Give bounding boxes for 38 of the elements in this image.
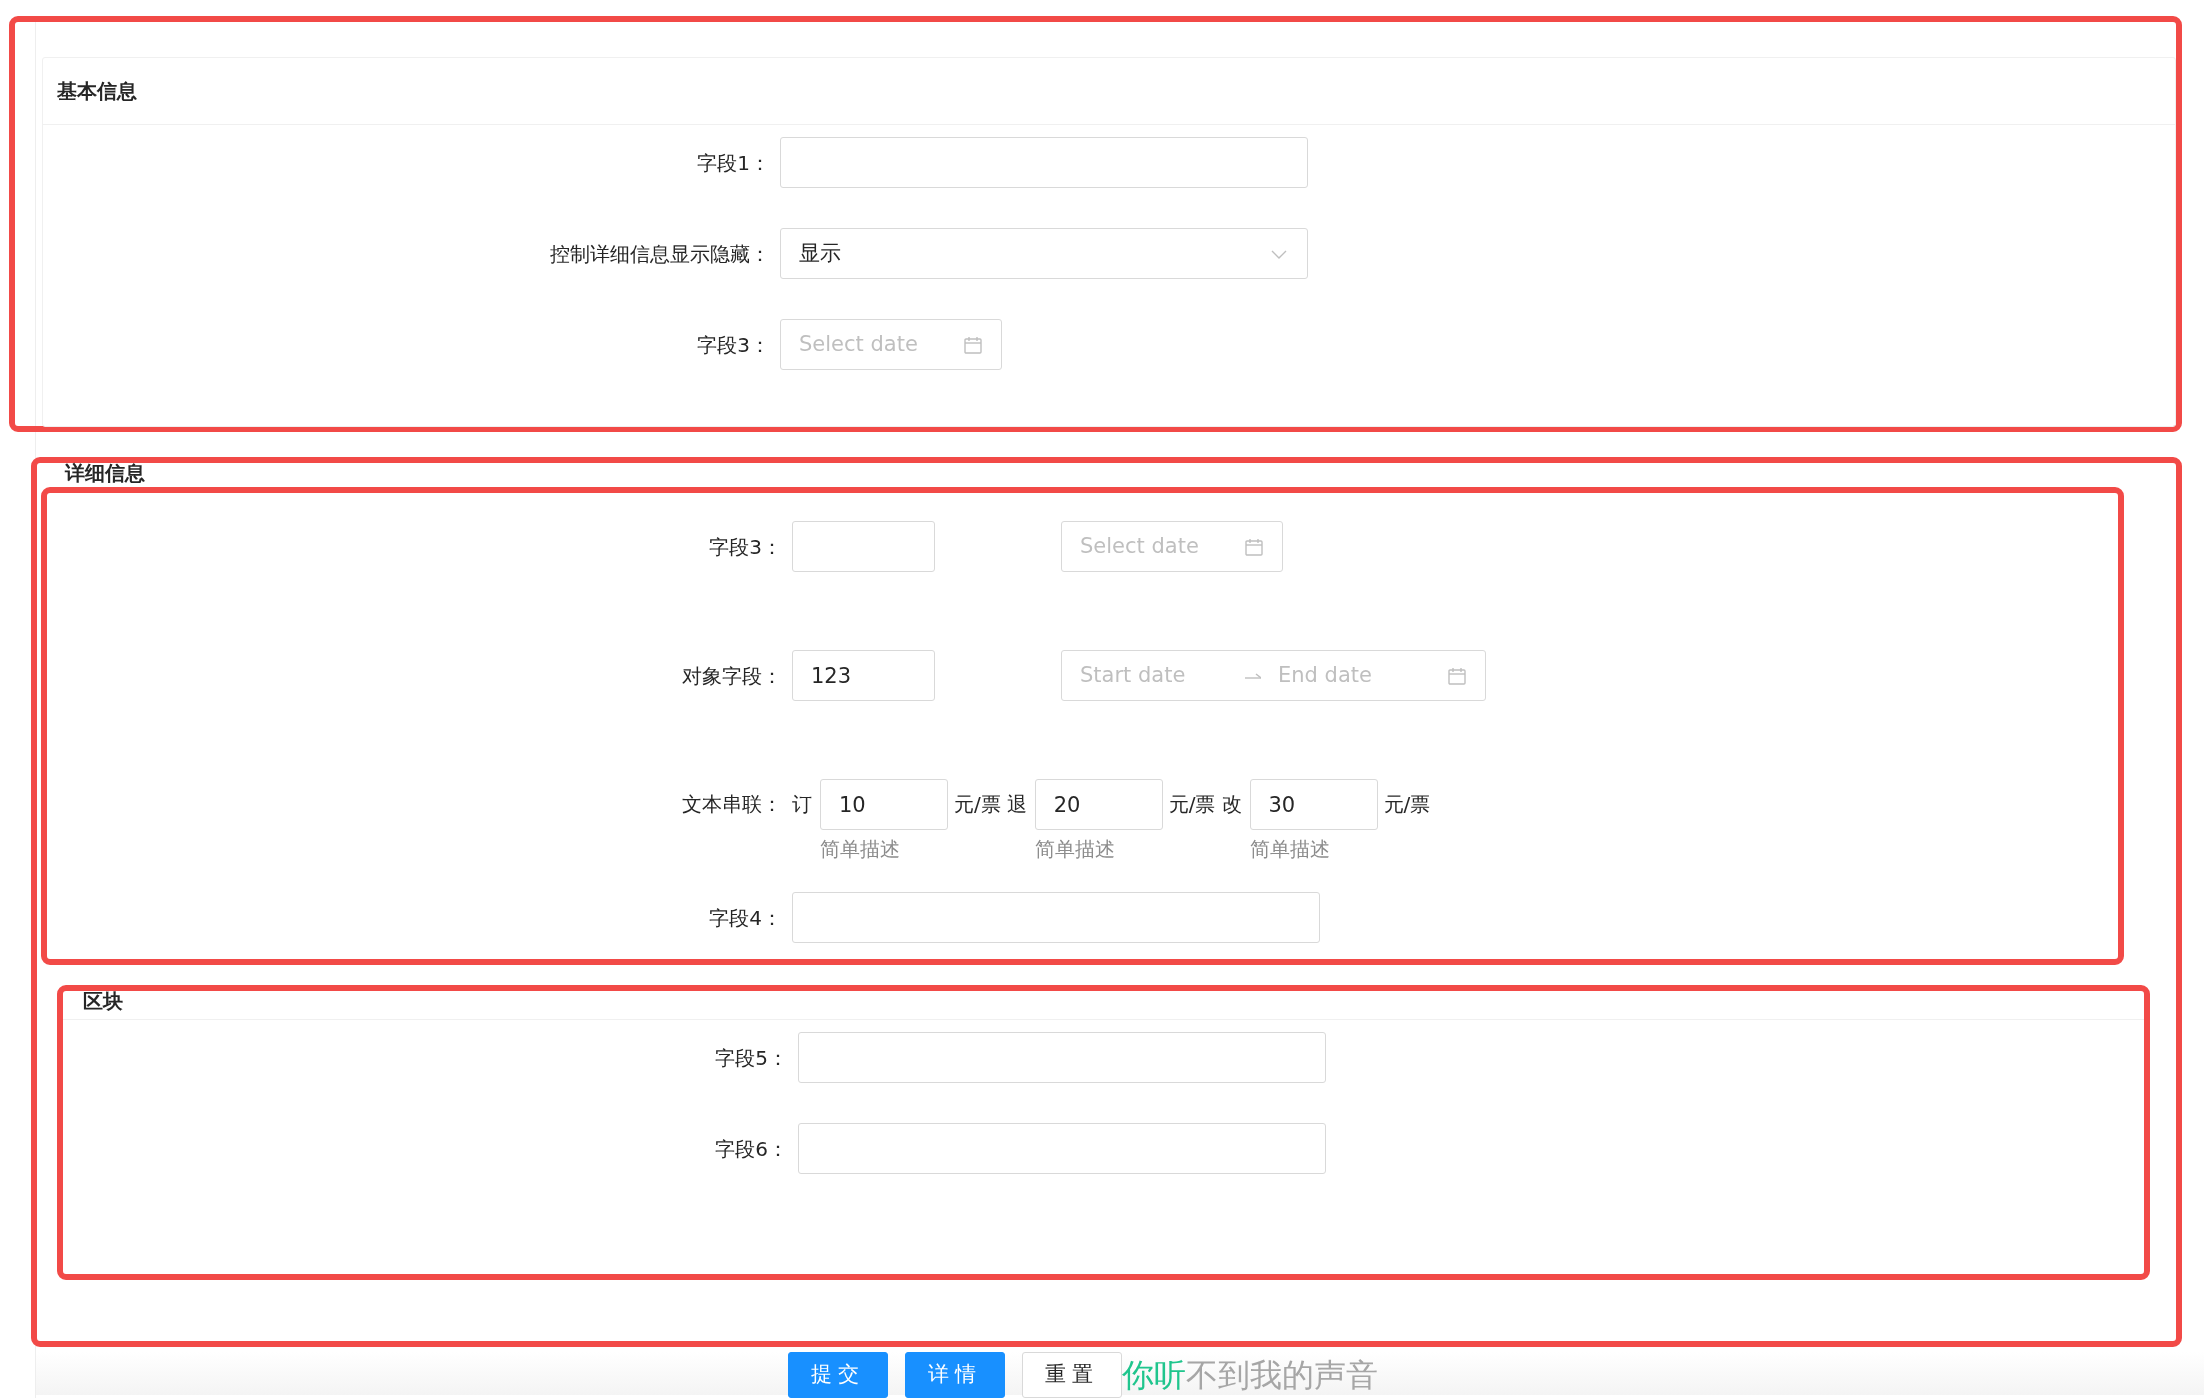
- field-label: 控制详细信息显示隐藏：: [549, 240, 771, 268]
- field-label: 字段6：: [714, 1135, 789, 1163]
- field-label: 对象字段：: [681, 662, 783, 690]
- field-label: 字段4：: [708, 904, 783, 932]
- unit-text: 元/票: [954, 791, 1001, 818]
- calendar-icon: [1244, 536, 1264, 557]
- lyric-sung-text: 你听: [1122, 1355, 1186, 1396]
- field-label: 文本串联：: [681, 791, 783, 818]
- unit-text: 元/票: [1168, 791, 1216, 818]
- form-button[interactable]: 重置: [1022, 1352, 1122, 1398]
- text-field[interactable]: 10: [820, 779, 948, 830]
- prefix-text: 退: [1006, 791, 1027, 818]
- help-text: 简单描述: [1249, 836, 1331, 863]
- help-text: 简单描述: [1034, 836, 1116, 863]
- prefix-text: 改: [1221, 791, 1242, 818]
- text-field[interactable]: [792, 892, 1320, 943]
- text-field[interactable]: [792, 521, 935, 572]
- arrow-right-icon: [1245, 672, 1261, 679]
- text-field[interactable]: [780, 137, 1308, 188]
- lyric-text: 不到我的声音: [1186, 1355, 1378, 1396]
- calendar-icon: [1447, 665, 1467, 686]
- section-title: 基本信息: [43, 58, 2175, 125]
- text-field[interactable]: 30: [1249, 779, 1378, 830]
- field-label: 字段3：: [696, 331, 771, 359]
- text-field[interactable]: [798, 1032, 1326, 1083]
- help-text: 简单描述: [820, 836, 901, 863]
- calendar-icon: [963, 334, 983, 355]
- section-title: 详细信息: [63, 463, 146, 483]
- prefix-text: 订: [792, 791, 812, 818]
- text-field[interactable]: 123: [792, 650, 935, 701]
- field-label: 字段1：: [696, 149, 771, 177]
- section-title: 区块: [63, 991, 2144, 1020]
- text-field[interactable]: 20: [1034, 779, 1163, 830]
- text-field[interactable]: [798, 1123, 1326, 1174]
- field-label: 字段5：: [714, 1044, 789, 1072]
- field-label: 字段3：: [708, 533, 783, 561]
- select-field[interactable]: 显示: [780, 228, 1308, 279]
- unit-text: 元/票: [1383, 791, 1431, 818]
